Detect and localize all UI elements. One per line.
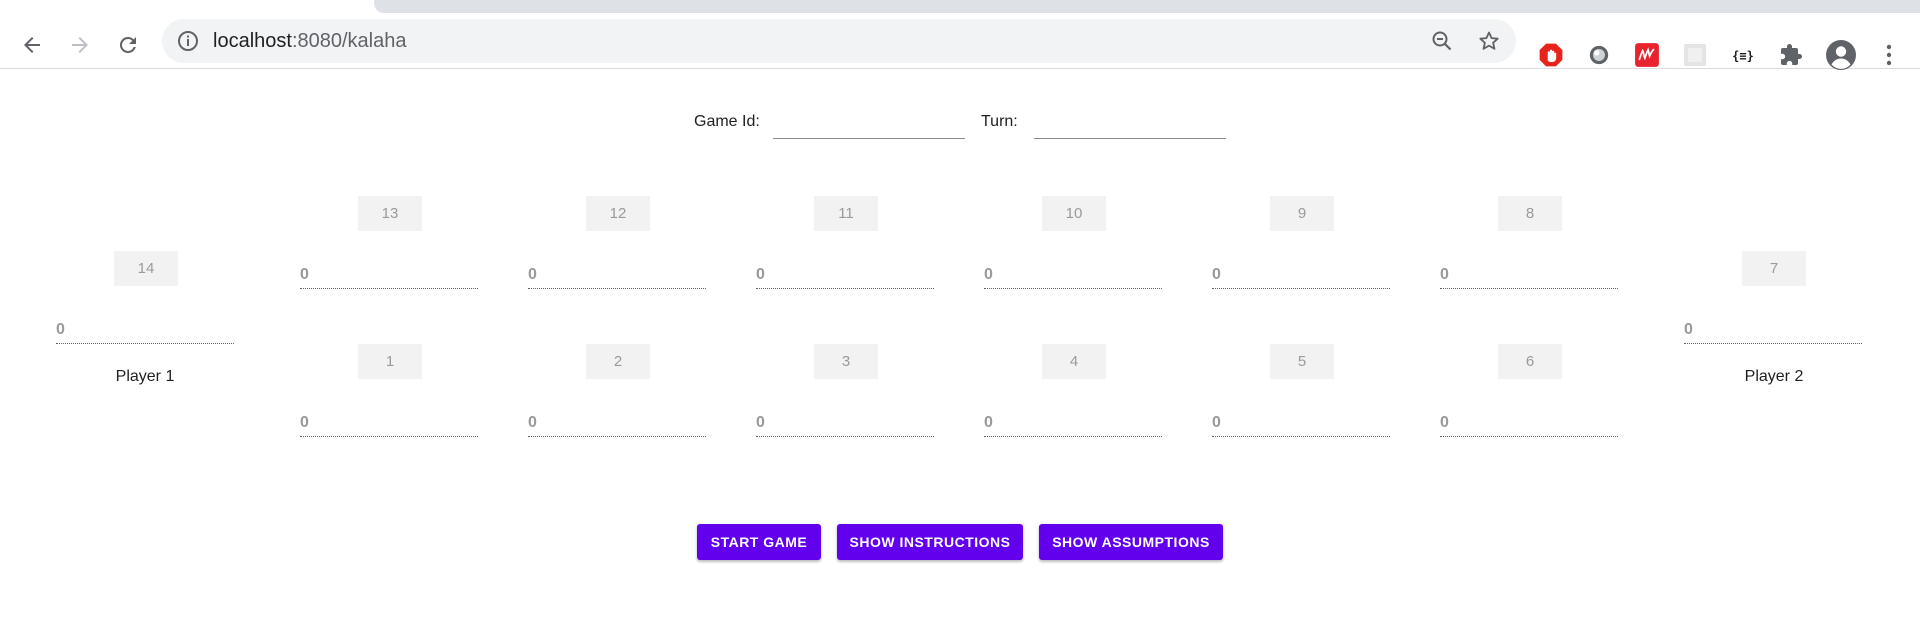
- url-host: localhost: [213, 30, 292, 52]
- pit-count-3[interactable]: [756, 410, 934, 437]
- game-id-input[interactable]: [773, 114, 965, 139]
- turn-label: Turn:: [981, 113, 1018, 130]
- browser-toolbar: localhost:8080/kalaha {≡}: [0, 14, 1920, 72]
- pit-number-14: 14: [114, 251, 178, 286]
- profile-button[interactable]: [1824, 38, 1858, 72]
- forward-arrow-icon: [72, 37, 88, 53]
- puzzle-icon: [1781, 44, 1802, 65]
- pit-count-9[interactable]: [1212, 262, 1390, 289]
- player-2-label: Player 2: [1744, 368, 1804, 385]
- turn-input[interactable]: [1034, 114, 1226, 139]
- pit-number-11: 11: [814, 196, 878, 231]
- json-formatter-extension[interactable]: {≡}: [1729, 41, 1757, 69]
- store-count-14[interactable]: [56, 317, 234, 344]
- start-game-button[interactable]: START GAME: [697, 524, 821, 560]
- pit-count-5[interactable]: [1212, 410, 1390, 437]
- url-text[interactable]: localhost:8080/kalaha: [213, 30, 406, 52]
- url-path: :8080/kalaha: [291, 30, 407, 52]
- address-bar[interactable]: localhost:8080/kalaha: [162, 19, 1516, 63]
- pit-number-7: 7: [1742, 251, 1806, 286]
- svg-text:{≡}: {≡}: [1732, 49, 1754, 63]
- pit-number-8: 8: [1498, 196, 1562, 231]
- browser-menu-button[interactable]: [1875, 41, 1903, 69]
- player-1-label: Player 1: [115, 368, 175, 385]
- show-instructions-button[interactable]: SHOW INSTRUCTIONS: [837, 524, 1023, 560]
- pit-number-9: 9: [1270, 196, 1334, 231]
- pit-count-1[interactable]: [300, 410, 478, 437]
- pit-number-4: 4: [1042, 344, 1106, 379]
- bookmark-star-icon[interactable]: [1477, 29, 1501, 53]
- pit-number-2: 2: [586, 344, 650, 379]
- kebab-menu-icon: [1886, 44, 1892, 66]
- adblock-icon: [1539, 43, 1563, 67]
- back-arrow-icon: [24, 37, 40, 53]
- pit-count-11[interactable]: [756, 262, 934, 289]
- pit-number-6: 6: [1498, 344, 1562, 379]
- pit-number-5: 5: [1270, 344, 1334, 379]
- profile-avatar-icon: [1826, 40, 1856, 70]
- pit-count-13[interactable]: [300, 262, 478, 289]
- adblock-extension[interactable]: [1537, 41, 1565, 69]
- pit-count-10[interactable]: [984, 262, 1162, 289]
- zoom-out-icon[interactable]: [1430, 29, 1454, 53]
- store-count-7[interactable]: [1684, 317, 1862, 344]
- myntra-extension[interactable]: [1633, 41, 1661, 69]
- pit-number-3: 3: [814, 344, 878, 379]
- pit-number-10: 10: [1042, 196, 1106, 231]
- grey-extension[interactable]: [1585, 41, 1613, 69]
- pit-number-13: 13: [358, 196, 422, 231]
- pit-number-1: 1: [358, 344, 422, 379]
- back-button[interactable]: [14, 27, 50, 63]
- forward-button[interactable]: [62, 27, 98, 63]
- myntra-icon: [1635, 43, 1659, 67]
- blank-extension[interactable]: [1681, 41, 1709, 69]
- pit-count-6[interactable]: [1440, 410, 1618, 437]
- extensions-menu-button[interactable]: [1777, 41, 1805, 69]
- game-id-label: Game Id:: [694, 113, 760, 130]
- tab-strip-background: [374, 0, 1920, 13]
- json-formatter-icon: {≡}: [1732, 49, 1754, 63]
- pit-count-4[interactable]: [984, 410, 1162, 437]
- extension-blank-icon: [1684, 44, 1706, 66]
- pit-count-12[interactable]: [528, 262, 706, 289]
- pit-count-8[interactable]: [1440, 262, 1618, 289]
- reload-button[interactable]: [110, 27, 146, 63]
- extension-grey-icon: [1589, 45, 1609, 65]
- pit-number-12: 12: [586, 196, 650, 231]
- show-assumptions-button[interactable]: SHOW ASSUMPTIONS: [1039, 524, 1223, 560]
- info-icon[interactable]: [176, 29, 200, 53]
- reload-icon: [119, 36, 136, 53]
- tab-strip: [0, 0, 1920, 14]
- pit-count-2[interactable]: [528, 410, 706, 437]
